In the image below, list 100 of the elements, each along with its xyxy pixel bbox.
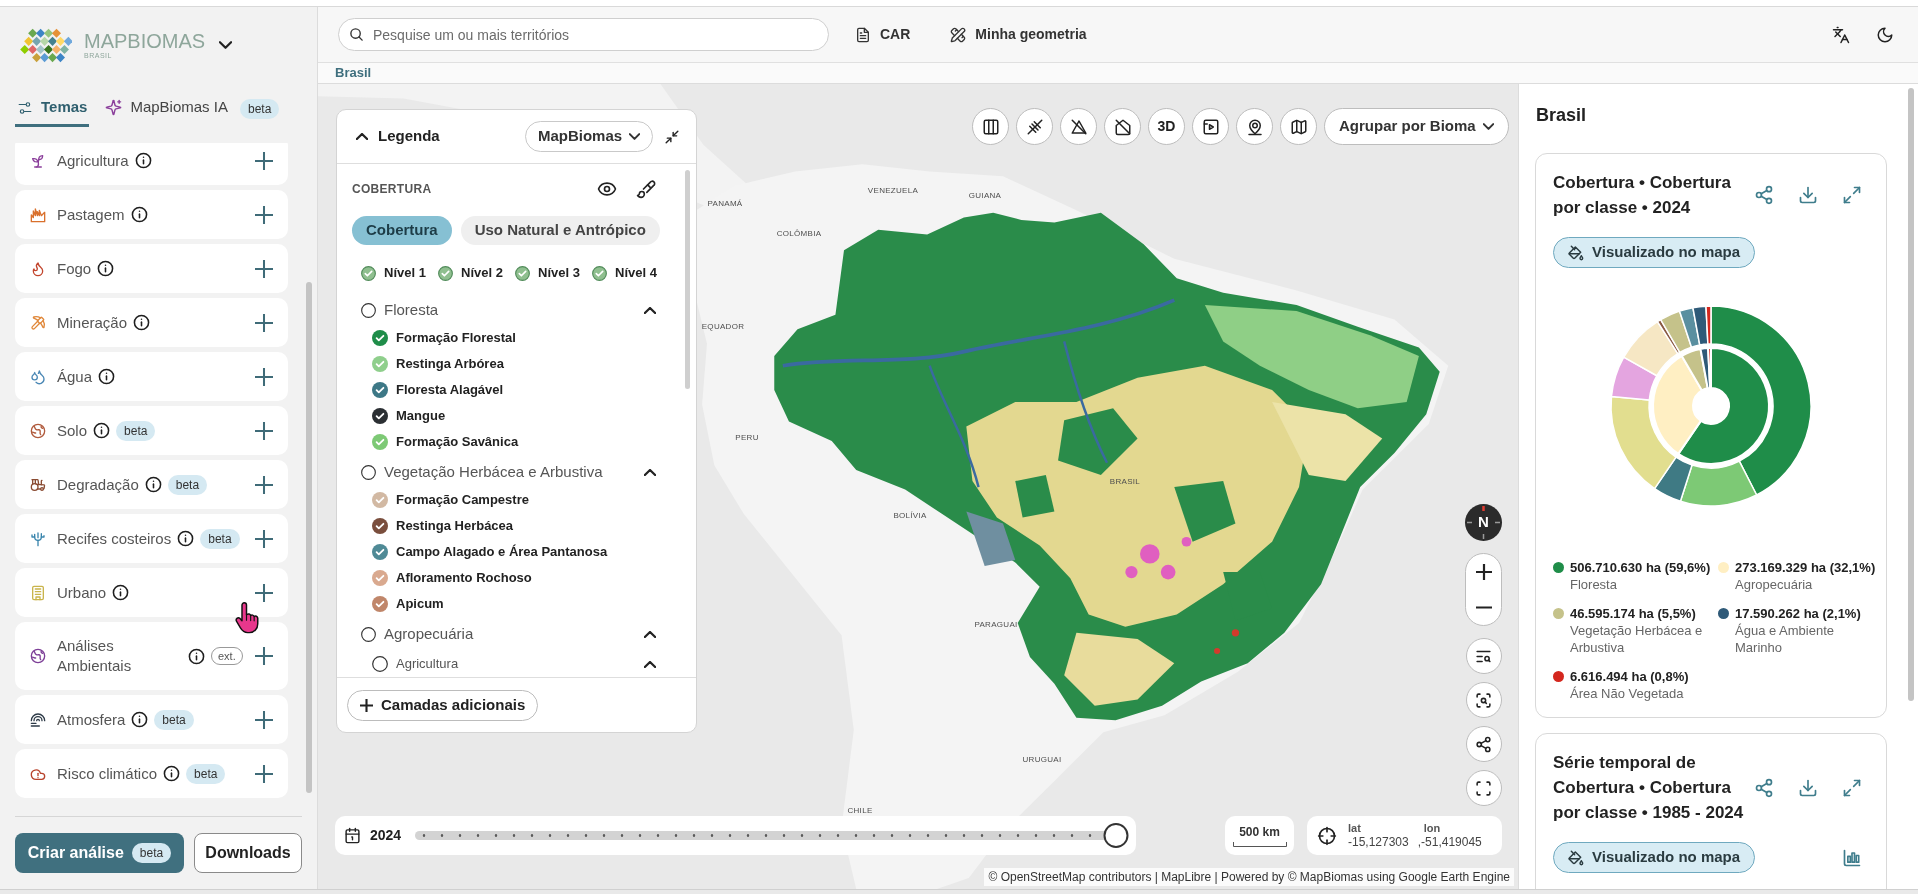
search-field[interactable]: Pesquise um ou mais territórios — [338, 18, 829, 51]
donut-slice[interactable] — [1677, 347, 1770, 465]
legend-toggle[interactable]: Legenda — [356, 125, 440, 148]
bar-chart-icon[interactable] — [1842, 847, 1862, 868]
donut-slice[interactable] — [1652, 354, 1703, 455]
add-button[interactable] — [254, 646, 275, 666]
slider-thumb[interactable] — [1103, 823, 1129, 848]
info-icon[interactable] — [163, 765, 181, 782]
calendar-icon — [344, 827, 361, 844]
eye-icon[interactable] — [597, 179, 617, 199]
info-icon[interactable] — [188, 647, 205, 665]
class-label: Floresta Alagável — [396, 381, 504, 400]
info-icon[interactable] — [144, 476, 162, 493]
info-icon[interactable] — [97, 260, 115, 277]
info-icon[interactable] — [131, 711, 149, 728]
share-icon[interactable] — [1754, 185, 1774, 205]
sidebar-tab[interactable]: Temas — [15, 91, 90, 127]
level-checkbox[interactable] — [592, 265, 607, 281]
outer-ring-slice[interactable] — [1705, 305, 1712, 345]
add-button[interactable] — [254, 709, 275, 730]
add-button[interactable] — [254, 420, 275, 441]
add-button[interactable] — [254, 528, 275, 549]
scrollbar[interactable] — [685, 170, 690, 389]
level-checkbox[interactable] — [515, 265, 530, 281]
scrollbar[interactable] — [1908, 88, 1914, 701]
add-button[interactable] — [254, 204, 275, 225]
chevron-down-icon[interactable] — [219, 41, 233, 49]
outer-ring-slice[interactable] — [1679, 460, 1758, 507]
class-label: Mangue — [396, 407, 446, 426]
info-icon[interactable] — [134, 152, 152, 169]
chevron-up-icon[interactable] — [644, 468, 656, 476]
info-icon[interactable] — [133, 314, 151, 331]
legend-value: 46.595.174 ha (5,5%) — [1570, 605, 1697, 622]
map-view-toggle[interactable]: Visualizado no mapa — [1553, 237, 1756, 268]
expand-icon[interactable] — [1842, 777, 1862, 798]
outer-ring-slice[interactable] — [1653, 456, 1693, 502]
legend-tab[interactable]: Uso Natural e Antrópico — [460, 216, 660, 245]
legend-tab[interactable]: Cobertura — [352, 216, 452, 245]
plus-icon — [255, 529, 274, 548]
group-checkbox[interactable] — [361, 302, 376, 318]
add-button[interactable] — [254, 474, 275, 495]
sprout-icon — [30, 152, 46, 169]
info-icon[interactable] — [112, 584, 130, 601]
add-layers-button[interactable]: Camadas adicionais — [347, 689, 539, 721]
map-label: VENEZUELA — [867, 186, 919, 196]
level-checkbox[interactable] — [361, 265, 376, 281]
download-icon[interactable] — [1798, 777, 1818, 798]
lat-value: -15,127303 — [1348, 835, 1409, 849]
brush-icon[interactable] — [636, 179, 656, 199]
chevron-up-icon[interactable] — [644, 306, 656, 314]
info-icon[interactable] — [93, 422, 111, 439]
class-checkbox[interactable] — [372, 382, 388, 398]
class-checkbox[interactable] — [372, 570, 388, 586]
add-button[interactable] — [254, 763, 275, 784]
class-checkbox[interactable] — [372, 544, 388, 560]
moon-icon[interactable] — [1876, 25, 1894, 44]
add-button[interactable] — [254, 312, 275, 333]
chevron-up-icon[interactable] — [644, 660, 656, 668]
class-checkbox[interactable] — [372, 408, 388, 424]
class-checkbox[interactable] — [372, 492, 388, 508]
car-button[interactable]: CAR — [855, 24, 911, 45]
plus-icon — [255, 764, 274, 783]
add-button[interactable] — [254, 582, 275, 603]
outer-ring-slice[interactable] — [1610, 395, 1677, 490]
plus-icon — [255, 205, 274, 224]
class-checkbox[interactable] — [372, 596, 388, 612]
geometry-button[interactable]: Minha geometria — [950, 24, 1087, 45]
theme-label: Agricultura — [57, 150, 129, 171]
outer-ring-slice[interactable] — [1710, 305, 1812, 496]
class-checkbox[interactable] — [372, 356, 388, 372]
map-view-toggle[interactable]: Visualizado no mapa — [1553, 842, 1756, 873]
translate-icon[interactable] — [1832, 25, 1850, 44]
download-icon[interactable] — [1798, 185, 1818, 205]
expand-icon[interactable] — [1842, 185, 1862, 205]
collapse-icon[interactable] — [665, 129, 679, 144]
class-label: Campo Alagado e Área Pantanosa — [396, 543, 608, 562]
group-checkbox[interactable] — [361, 464, 376, 480]
add-button[interactable] — [254, 258, 275, 279]
info-icon[interactable] — [130, 206, 148, 223]
scrollbar[interactable] — [306, 282, 313, 793]
add-button[interactable] — [254, 366, 275, 387]
class-checkbox[interactable] — [372, 434, 388, 450]
legend-label: Área Não Vegetada — [1570, 685, 1685, 702]
breadcrumb-link[interactable]: Brasil — [335, 63, 372, 83]
class-checkbox[interactable] — [372, 330, 388, 346]
crosshair-icon[interactable] — [1317, 825, 1337, 846]
group-checkbox[interactable] — [361, 626, 376, 642]
create-analysis-button[interactable]: Criar análise beta — [15, 833, 184, 873]
info-icon[interactable] — [177, 530, 195, 547]
group-by-dropdown[interactable]: Agrupar por Bioma — [1324, 108, 1509, 145]
downloads-button[interactable]: Downloads — [194, 833, 302, 873]
group-checkbox[interactable] — [372, 656, 388, 672]
share-icon[interactable] — [1754, 777, 1774, 798]
class-checkbox[interactable] — [372, 518, 388, 534]
chevron-up-icon[interactable] — [644, 630, 656, 638]
add-button[interactable] — [254, 150, 275, 171]
sidebar-tab[interactable]: MapBiomas IA — [103, 91, 230, 127]
outer-ring-slice[interactable] — [1659, 310, 1693, 354]
level-checkbox[interactable] — [438, 265, 453, 281]
info-icon[interactable] — [98, 368, 116, 385]
